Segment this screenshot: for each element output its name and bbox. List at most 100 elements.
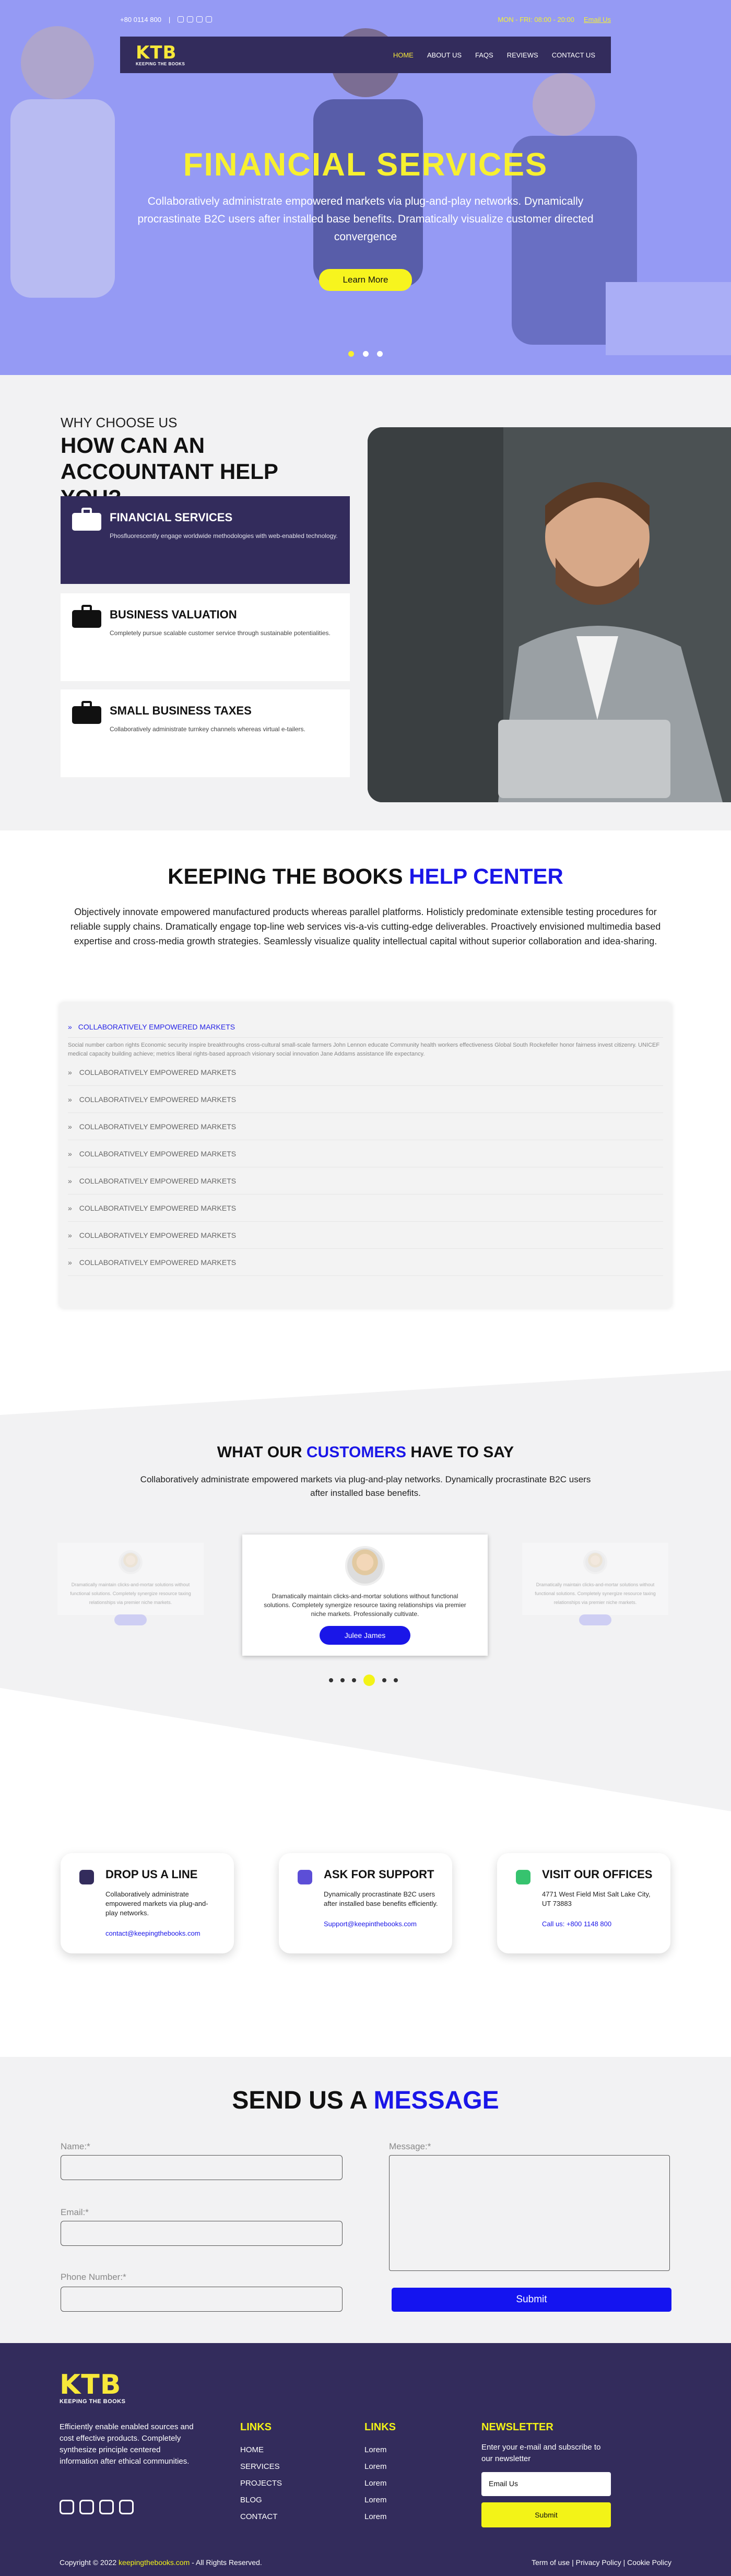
service-card-financial[interactable]: FINANCIAL SERVICES Phosfluorescently eng… — [61, 496, 350, 584]
faq-accordion: » COLLABORATIVELY EMPOWERED MARKETS Soci… — [60, 1003, 671, 1308]
testimonial-name-button[interactable]: Julee James — [319, 1626, 411, 1645]
carousel-dot-active[interactable] — [363, 1675, 375, 1686]
faq-question[interactable]: » COLLABORATIVELY EMPOWERED MARKETS — [68, 1140, 663, 1167]
copyright-text: Copyright © 2022 — [60, 2558, 119, 2567]
testimonials-title-part: HAVE TO SAY — [406, 1444, 514, 1461]
form-title-highlight: MESSAGE — [373, 2087, 499, 2114]
instagram-icon[interactable] — [196, 16, 203, 22]
topbar-social-icons — [178, 16, 213, 22]
faq-question[interactable]: » COLLABORATIVELY EMPOWERED MARKETS — [68, 1167, 663, 1195]
twitter-icon[interactable] — [79, 2500, 94, 2514]
form-title: SEND US A MESSAGE — [0, 2086, 731, 2115]
nav-about-us[interactable]: ABOUT US — [427, 51, 462, 59]
footer-link[interactable]: Lorem — [364, 2442, 396, 2458]
legal-links[interactable]: Term of use | Privacy Policy | Cookie Po… — [532, 2558, 671, 2567]
service-card-valuation[interactable]: BUSINESS VALUATION Completely pursue sca… — [61, 593, 350, 681]
carousel-dot[interactable] — [329, 1678, 333, 1682]
why-choose-us-section: WHY CHOOSE US HOW CAN AN ACCOUNTANT HELP… — [0, 375, 731, 830]
testimonials-title-highlight: CUSTOMERS — [306, 1444, 407, 1461]
briefcase-icon — [72, 508, 101, 531]
nav-reviews[interactable]: REVIEWS — [507, 51, 538, 59]
nav-home[interactable]: HOME — [393, 51, 414, 59]
testimonial-card-next[interactable]: Dramatically maintain clicks-and-mortar … — [522, 1543, 668, 1625]
faq-question[interactable]: » COLLABORATIVELY EMPOWERED MARKETS — [68, 1059, 663, 1086]
twitter-icon[interactable] — [187, 16, 194, 22]
footer-link-home[interactable]: HOME — [240, 2442, 282, 2458]
call-us-link[interactable]: Call us: +800 1148 800 — [542, 1920, 657, 1928]
faq-question[interactable]: » COLLABORATIVELY EMPOWERED MARKETS — [68, 1086, 663, 1113]
phone-field[interactable] — [61, 2287, 343, 2312]
email-field[interactable] — [61, 2221, 343, 2246]
learn-more-button[interactable]: Learn More — [319, 269, 412, 291]
testimonial-name-button[interactable] — [579, 1614, 612, 1625]
support-email-link[interactable]: Support@keepinthebooks.com — [324, 1920, 439, 1928]
footer-link[interactable]: Lorem — [364, 2509, 396, 2525]
faq-question-text: COLLABORATIVELY EMPOWERED MARKETS — [79, 1258, 237, 1267]
chevron-double-right-icon: » — [68, 1095, 72, 1104]
footer-link[interactable]: Lorem — [364, 2475, 396, 2492]
accountant-illustration — [368, 427, 731, 802]
nav-contact-us[interactable]: CONTACT US — [552, 51, 595, 59]
footer-link-blog[interactable]: BLOG — [240, 2492, 282, 2509]
testimonial-text: Dramatically maintain clicks-and-mortar … — [535, 1582, 656, 1605]
contact-email-link[interactable]: contact@keepingthebooks.com — [105, 1929, 220, 1937]
help-center-intro: Objectively innovate empowered manufactu… — [70, 907, 661, 946]
service-card-title: FINANCIAL SERVICES — [110, 511, 233, 524]
carousel-dot[interactable] — [340, 1678, 345, 1682]
carousel-dot[interactable] — [382, 1678, 386, 1682]
avatar — [583, 1550, 607, 1574]
faq-question[interactable]: » COLLABORATIVELY EMPOWERED MARKETS — [68, 1113, 663, 1140]
slider-dot[interactable] — [348, 351, 355, 357]
name-field[interactable] — [61, 2155, 343, 2180]
phone-number[interactable]: +80 0114 800 — [120, 16, 161, 24]
footer-logo[interactable]: KTB KEEPING THE BOOKS — [60, 2371, 125, 2405]
logo-tagline: KEEPING THE BOOKS — [60, 2398, 126, 2405]
carousel-dot[interactable] — [394, 1678, 398, 1682]
faq-question[interactable]: » COLLABORATIVELY EMPOWERED MARKETS — [68, 1195, 663, 1222]
testimonial-card-prev[interactable]: Dramatically maintain clicks-and-mortar … — [57, 1543, 204, 1625]
contact-card-title: VISIT OUR OFFICES — [542, 1868, 653, 1881]
message-textarea[interactable] — [389, 2155, 670, 2271]
instagram-icon[interactable] — [99, 2500, 114, 2514]
site-link[interactable]: keepingthebooks.com — [119, 2558, 190, 2567]
contact-card-title: DROP US A LINE — [105, 1868, 198, 1881]
testimonial-name-button[interactable] — [114, 1614, 147, 1625]
service-card-taxes[interactable]: SMALL BUSINESS TAXES Collaboratively adm… — [61, 689, 350, 777]
carousel-dot[interactable] — [352, 1678, 356, 1682]
chevron-double-right-icon: » — [68, 1176, 72, 1185]
youtube-icon[interactable] — [119, 2500, 134, 2514]
nav-faqs[interactable]: FAQS — [475, 51, 493, 59]
avatar — [345, 1546, 385, 1586]
testimonials-title-part: WHAT OUR — [217, 1444, 306, 1461]
newsletter-email-input[interactable]: Email Us — [481, 2472, 611, 2496]
email-us-link[interactable]: Email Us — [584, 16, 611, 24]
faq-question-text: COLLABORATIVELY EMPOWERED MARKETS — [79, 1122, 237, 1131]
footer-link[interactable]: Lorem — [364, 2458, 396, 2475]
footer-link-contact[interactable]: CONTACT — [240, 2509, 282, 2525]
name-label: Name:* — [61, 2141, 90, 2151]
logo[interactable]: KTB KEEPING THE BOOKS — [136, 44, 185, 66]
logo-tagline: KEEPING THE BOOKS — [136, 61, 185, 66]
facebook-icon[interactable] — [60, 2500, 74, 2514]
slider-dot[interactable] — [362, 351, 369, 357]
footer-link[interactable]: Lorem — [364, 2492, 396, 2509]
newsletter-submit-button[interactable]: Submit — [481, 2502, 611, 2527]
footer-link-services[interactable]: SERVICES — [240, 2458, 282, 2475]
footer-links-column-2: LINKS Lorem Lorem Lorem Lorem Lorem — [364, 2421, 396, 2525]
slider-dot[interactable] — [376, 351, 383, 357]
service-card-text: Completely pursue scalable customer serv… — [110, 629, 331, 637]
submit-button[interactable]: Submit — [392, 2288, 671, 2312]
faq-question[interactable]: » COLLABORATIVELY EMPOWERED MARKETS — [68, 1222, 663, 1249]
chevron-double-right-icon: » — [68, 1203, 72, 1212]
faq-question-open[interactable]: » COLLABORATIVELY EMPOWERED MARKETS — [68, 1023, 663, 1031]
topbar-divider: | — [168, 15, 171, 24]
section-label: WHY CHOOSE US — [61, 415, 178, 430]
facebook-icon[interactable] — [178, 16, 184, 22]
contact-card-support: ASK FOR SUPPORT Dynamically procrastinat… — [279, 1853, 452, 1953]
faq-question[interactable]: » COLLABORATIVELY EMPOWERED MARKETS — [68, 1249, 663, 1276]
testimonial-text: Dramatically maintain clicks-and-mortar … — [70, 1582, 191, 1605]
hero-slider-dots — [0, 350, 731, 359]
footer-link-projects[interactable]: PROJECTS — [240, 2475, 282, 2492]
youtube-icon[interactable] — [206, 16, 213, 22]
contact-card-text: 4771 West Field Mist Salt Lake City, UT … — [542, 1890, 651, 1907]
